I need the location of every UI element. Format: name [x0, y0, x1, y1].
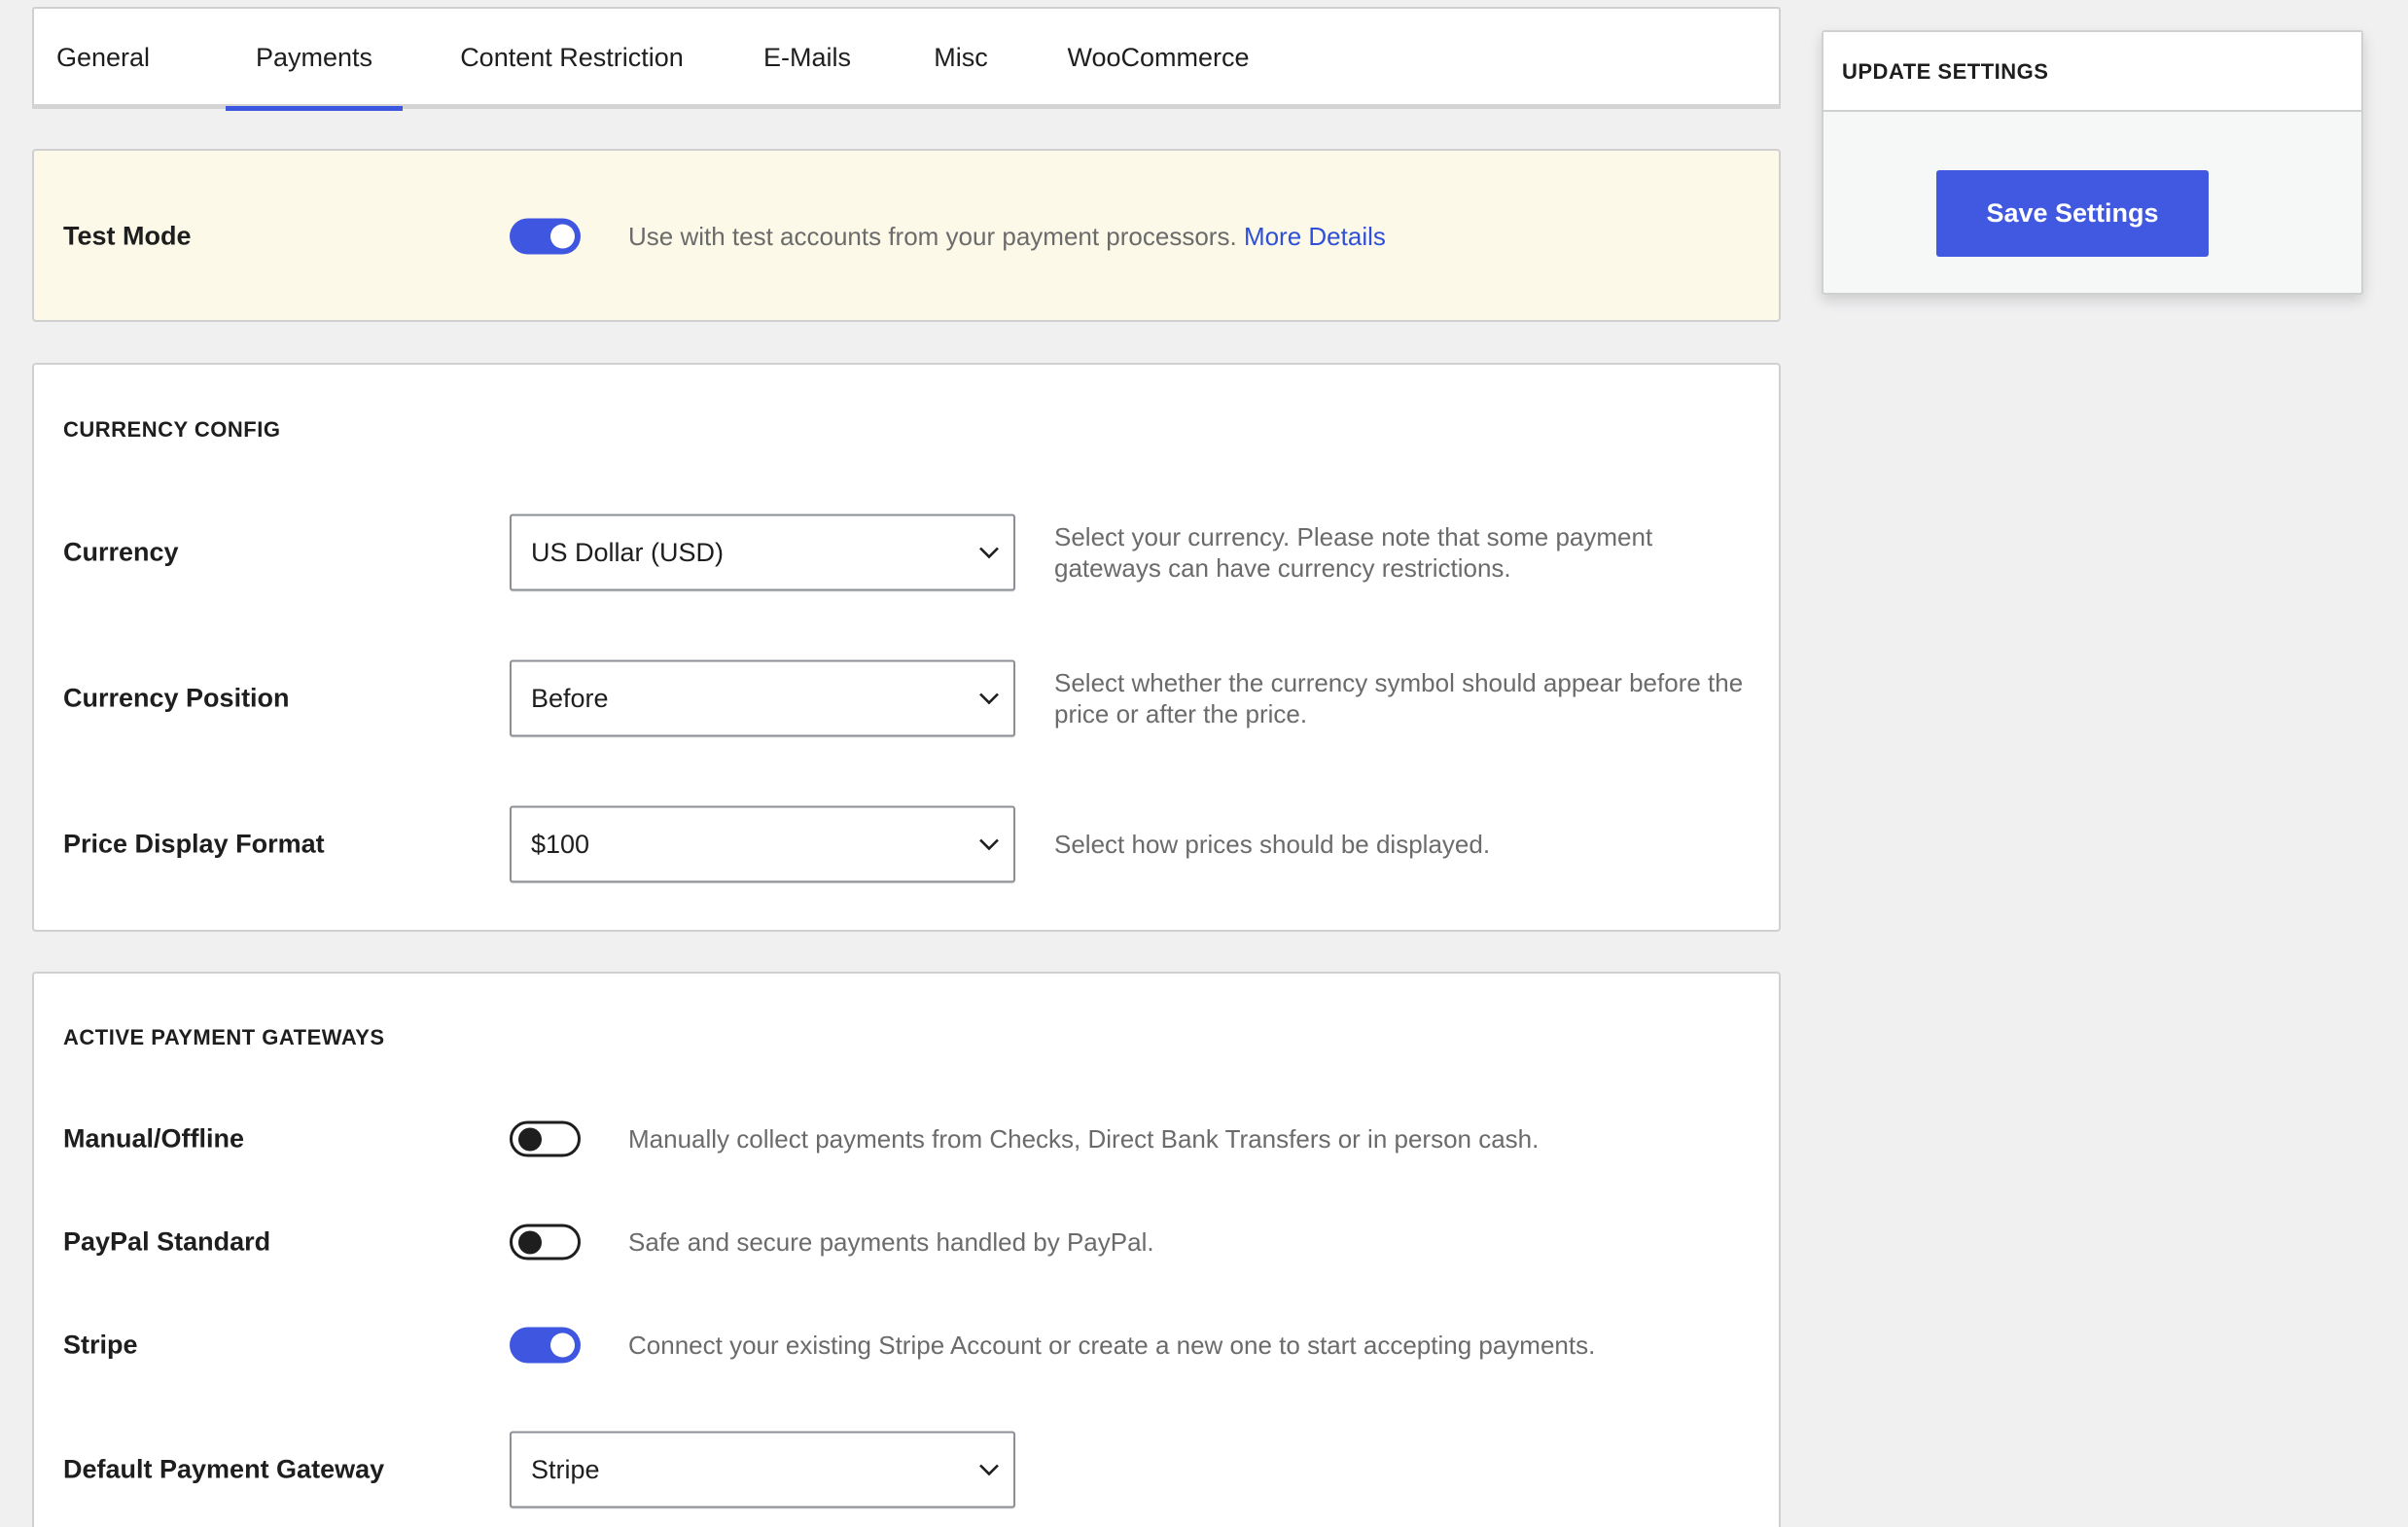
paypal-standard-label: PayPal Standard: [63, 1226, 271, 1257]
toggle-knob: [518, 1127, 542, 1151]
default-gateway-select[interactable]: Stripe: [510, 1431, 1015, 1509]
chevron-down-icon: [979, 692, 999, 704]
tab-misc[interactable]: Misc: [927, 9, 995, 106]
save-settings-button[interactable]: Save Settings: [1936, 170, 2209, 257]
paypal-standard-description: Safe and secure payments handled by PayP…: [628, 1227, 1154, 1257]
update-settings-panel: UPDATE SETTINGS Save Settings: [1822, 30, 2363, 295]
currency-position-label: Currency Position: [63, 683, 290, 713]
tab-payments[interactable]: Payments: [226, 9, 403, 111]
price-display-format-select-value: $100: [531, 829, 590, 859]
currency-description: Select your currency. Please note that s…: [1054, 522, 1653, 583]
toggle-knob: [518, 1230, 542, 1254]
test-mode-description-text: Use with test accounts from your payment…: [628, 222, 1237, 251]
currency-position-select[interactable]: Before: [510, 659, 1015, 737]
currency-config-title: CURRENCY CONFIG: [63, 417, 281, 442]
toggle-knob: [550, 1332, 575, 1358]
test-mode-label: Test Mode: [63, 221, 192, 251]
currency-label: Currency: [63, 537, 179, 567]
tab-content-restriction[interactable]: Content Restriction: [450, 9, 693, 106]
tab-e-mails[interactable]: E-Mails: [759, 9, 856, 106]
manual-offline-toggle[interactable]: [510, 1120, 581, 1157]
currency-position-description: Select whether the currency symbol shoul…: [1054, 668, 1744, 728]
chevron-down-icon: [979, 838, 999, 850]
tab-woocommerce[interactable]: WooCommerce: [1063, 9, 1254, 106]
chevron-down-icon: [979, 547, 999, 558]
test-mode-toggle[interactable]: [510, 218, 581, 255]
test-mode-card: Test Mode Use with test accounts from yo…: [32, 149, 1781, 322]
price-display-format-description: Select how prices should be displayed.: [1054, 830, 1491, 859]
payment-gateways-title: ACTIVE PAYMENT GATEWAYS: [63, 1025, 385, 1049]
toggle-knob: [550, 224, 575, 249]
default-gateway-label: Default Payment Gateway: [63, 1454, 385, 1484]
paypal-standard-toggle[interactable]: [510, 1224, 581, 1261]
more-details-link[interactable]: More Details: [1244, 222, 1386, 251]
price-display-format-select[interactable]: $100: [510, 805, 1015, 883]
price-display-format-label: Price Display Format: [63, 829, 325, 859]
manual-offline-label: Manual/Offline: [63, 1123, 245, 1154]
stripe-toggle[interactable]: [510, 1327, 581, 1364]
default-gateway-select-value: Stripe: [531, 1454, 600, 1484]
currency-config-card: CURRENCY CONFIG Currency US Dollar (USD)…: [32, 363, 1781, 932]
stripe-description: Connect your existing Stripe Account or …: [628, 1331, 1596, 1360]
currency-select[interactable]: US Dollar (USD): [510, 514, 1015, 591]
settings-tabs: General Payments Content Restriction E-M…: [32, 7, 1781, 111]
chevron-down-icon: [979, 1464, 999, 1475]
update-settings-title: UPDATE SETTINGS: [1824, 32, 2361, 112]
currency-select-value: US Dollar (USD): [531, 537, 725, 567]
manual-offline-description: Manually collect payments from Checks, D…: [628, 1124, 1540, 1154]
currency-position-select-value: Before: [531, 683, 609, 713]
payment-gateways-card: ACTIVE PAYMENT GATEWAYS Manual/Offline M…: [32, 972, 1781, 1527]
test-mode-description: Use with test accounts from your payment…: [628, 221, 1386, 252]
tab-general[interactable]: General: [53, 9, 153, 106]
stripe-label: Stripe: [63, 1330, 138, 1360]
